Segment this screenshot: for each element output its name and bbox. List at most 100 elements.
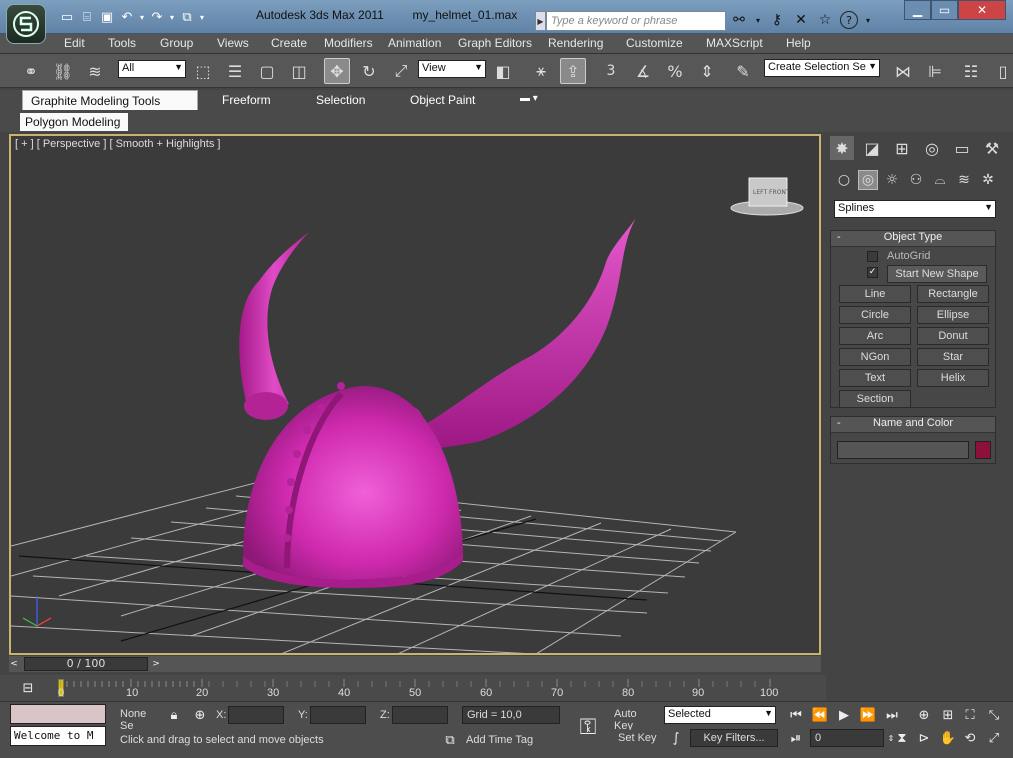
- cameras-category-icon[interactable]: ⚇: [906, 170, 926, 190]
- help-icon[interactable]: ?: [840, 11, 858, 29]
- binoculars-dropdown-icon[interactable]: ▾: [754, 11, 762, 29]
- pivot-center-icon[interactable]: ◧: [490, 58, 516, 84]
- tab-freeform[interactable]: Freeform: [214, 90, 279, 110]
- auto-key-button[interactable]: Auto Key: [610, 706, 662, 732]
- track-bar[interactable]: ⊟ 0 10 20 30 40 50 60 70 80 90 100: [0, 675, 826, 701]
- play-icon[interactable]: ▶: [834, 705, 854, 725]
- x-coordinate-field[interactable]: [228, 706, 284, 724]
- selection-lock-icon[interactable]: 🔒︎: [164, 705, 184, 725]
- zoom-extents-icon[interactable]: ⛶: [960, 705, 980, 725]
- maximize-viewport-icon[interactable]: ⤢: [984, 728, 1004, 748]
- menu-modifiers[interactable]: Modifiers: [324, 36, 373, 50]
- absolute-mode-transform-icon[interactable]: ⊕: [190, 705, 210, 725]
- menu-rendering[interactable]: Rendering: [548, 36, 603, 50]
- snaps-toggle-icon[interactable]: 3: [598, 58, 624, 84]
- ribbon-options-icon[interactable]: ▬ ▾: [512, 90, 546, 110]
- field-of-view-icon[interactable]: ⊳: [914, 728, 934, 748]
- window-crossing-icon[interactable]: ◫: [286, 58, 312, 84]
- close-button[interactable]: ✕: [958, 0, 1006, 20]
- object-type-header[interactable]: - Object Type: [831, 231, 995, 247]
- mirror-icon[interactable]: ⋈: [890, 58, 916, 84]
- zoom-extents-all-icon[interactable]: ⤡: [984, 705, 1004, 725]
- menu-tools[interactable]: Tools: [108, 36, 136, 50]
- search-expand-icon[interactable]: ▶: [535, 11, 546, 31]
- add-time-tag-button[interactable]: Add Time Tag: [462, 732, 560, 750]
- redo-icon[interactable]: ↷: [148, 8, 166, 26]
- graphite-toggle-icon[interactable]: ▯: [990, 58, 1013, 84]
- autogrid-checkbox[interactable]: [867, 251, 878, 262]
- layer-manager-icon[interactable]: ☷: [958, 58, 984, 84]
- menu-edit[interactable]: Edit: [64, 36, 85, 50]
- star-button[interactable]: Star: [917, 348, 989, 366]
- arc-button[interactable]: Arc: [839, 327, 911, 345]
- previous-frame-icon[interactable]: ⏪: [810, 705, 830, 725]
- angle-snap-icon[interactable]: ∡: [630, 58, 656, 84]
- ngon-button[interactable]: NGon: [839, 348, 911, 366]
- select-and-move-icon[interactable]: ✥: [324, 58, 350, 84]
- menu-help[interactable]: Help: [786, 36, 811, 50]
- keyboard-shortcut-override-icon[interactable]: ⇪: [560, 58, 586, 84]
- named-selection-sets-dropdown[interactable]: Create Selection Se ▼: [764, 59, 880, 77]
- z-coordinate-field[interactable]: [392, 706, 448, 724]
- go-to-start-icon[interactable]: ⏮: [786, 705, 806, 725]
- go-to-end-icon[interactable]: ⏭: [882, 705, 902, 725]
- next-frame-icon[interactable]: ⏩: [858, 705, 878, 725]
- binoculars-icon[interactable]: ⚯: [730, 11, 748, 29]
- percent-snap-icon[interactable]: %: [662, 58, 688, 84]
- minimize-button[interactable]: ▁: [904, 0, 931, 20]
- unlink-selection-icon[interactable]: ⛓: [50, 58, 76, 84]
- time-slider-next-icon[interactable]: >: [149, 654, 163, 674]
- tab-object-paint[interactable]: Object Paint: [402, 90, 483, 110]
- menu-create[interactable]: Create: [271, 36, 307, 50]
- utilities-tab-icon[interactable]: ⚒: [980, 136, 1004, 160]
- select-object-icon[interactable]: ⬚: [190, 58, 216, 84]
- start-new-shape-button[interactable]: Start New Shape: [887, 265, 987, 283]
- geometry-category-icon[interactable]: ○: [834, 170, 854, 190]
- select-and-link-icon[interactable]: ⚭: [18, 58, 44, 84]
- menu-views[interactable]: Views: [217, 36, 249, 50]
- qat-dropdown-icon[interactable]: ▾: [198, 8, 206, 26]
- perspective-viewport[interactable]: [ + ] [ Perspective ] [ Smooth + Highlig…: [9, 134, 821, 655]
- edit-named-selections-icon[interactable]: ✎: [730, 58, 756, 84]
- tab-graphite-modeling-tools[interactable]: Graphite Modeling Tools: [22, 90, 198, 110]
- open-mini-curve-editor-icon[interactable]: ⊟: [18, 678, 38, 698]
- set-key-button[interactable]: Set Key: [614, 730, 662, 748]
- key-filters-button[interactable]: Key Filters...: [690, 729, 778, 747]
- time-slider-prev-icon[interactable]: <: [7, 654, 21, 674]
- start-new-shape-checkbox[interactable]: ✓: [867, 267, 878, 278]
- redo-dropdown-icon[interactable]: ▾: [168, 8, 176, 26]
- zoom-all-icon[interactable]: ⊞: [938, 705, 958, 725]
- select-manipulate-icon[interactable]: ⚹: [528, 58, 554, 84]
- helix-button[interactable]: Helix: [917, 369, 989, 387]
- select-and-rotate-icon[interactable]: ↻: [356, 58, 382, 84]
- modify-tab-icon[interactable]: ◪: [860, 136, 884, 160]
- reference-coordinate-dropdown[interactable]: View ▼: [418, 60, 486, 78]
- menu-customize[interactable]: Customize: [626, 36, 683, 50]
- subscription-key-icon[interactable]: ⚷: [768, 11, 786, 29]
- align-icon[interactable]: ⊫: [922, 58, 948, 84]
- systems-category-icon[interactable]: ✲: [978, 170, 998, 190]
- menu-group[interactable]: Group: [160, 36, 193, 50]
- favorites-star-icon[interactable]: ☆: [816, 11, 834, 29]
- viewcube[interactable]: LEFT FRONT: [729, 172, 809, 218]
- help-dropdown-icon[interactable]: ▾: [864, 11, 872, 29]
- time-slider[interactable]: 0 / 100: [24, 657, 148, 671]
- save-icon[interactable]: ▣: [98, 8, 116, 26]
- tab-selection[interactable]: Selection: [308, 90, 373, 110]
- rectangular-selection-icon[interactable]: ▢: [254, 58, 280, 84]
- ellipse-button[interactable]: Ellipse: [917, 306, 989, 324]
- select-by-name-icon[interactable]: ☰: [222, 58, 248, 84]
- project-folder-icon[interactable]: ⧉: [178, 8, 196, 26]
- section-button[interactable]: Section: [839, 390, 911, 408]
- create-tab-icon[interactable]: ✸: [830, 136, 854, 160]
- communication-center-icon[interactable]: ✕: [792, 11, 810, 29]
- selection-filter-dropdown[interactable]: All ▼: [118, 60, 186, 78]
- donut-button[interactable]: Donut: [917, 327, 989, 345]
- zoom-icon[interactable]: ⊕: [914, 705, 934, 725]
- name-and-color-header[interactable]: - Name and Color: [831, 417, 995, 433]
- display-tab-icon[interactable]: ▭: [950, 136, 974, 160]
- text-button[interactable]: Text: [839, 369, 911, 387]
- shapes-category-icon[interactable]: ◎: [858, 170, 878, 190]
- key-mode-toggle-icon[interactable]: ⏯: [786, 728, 806, 748]
- space-warps-category-icon[interactable]: ≋: [954, 170, 974, 190]
